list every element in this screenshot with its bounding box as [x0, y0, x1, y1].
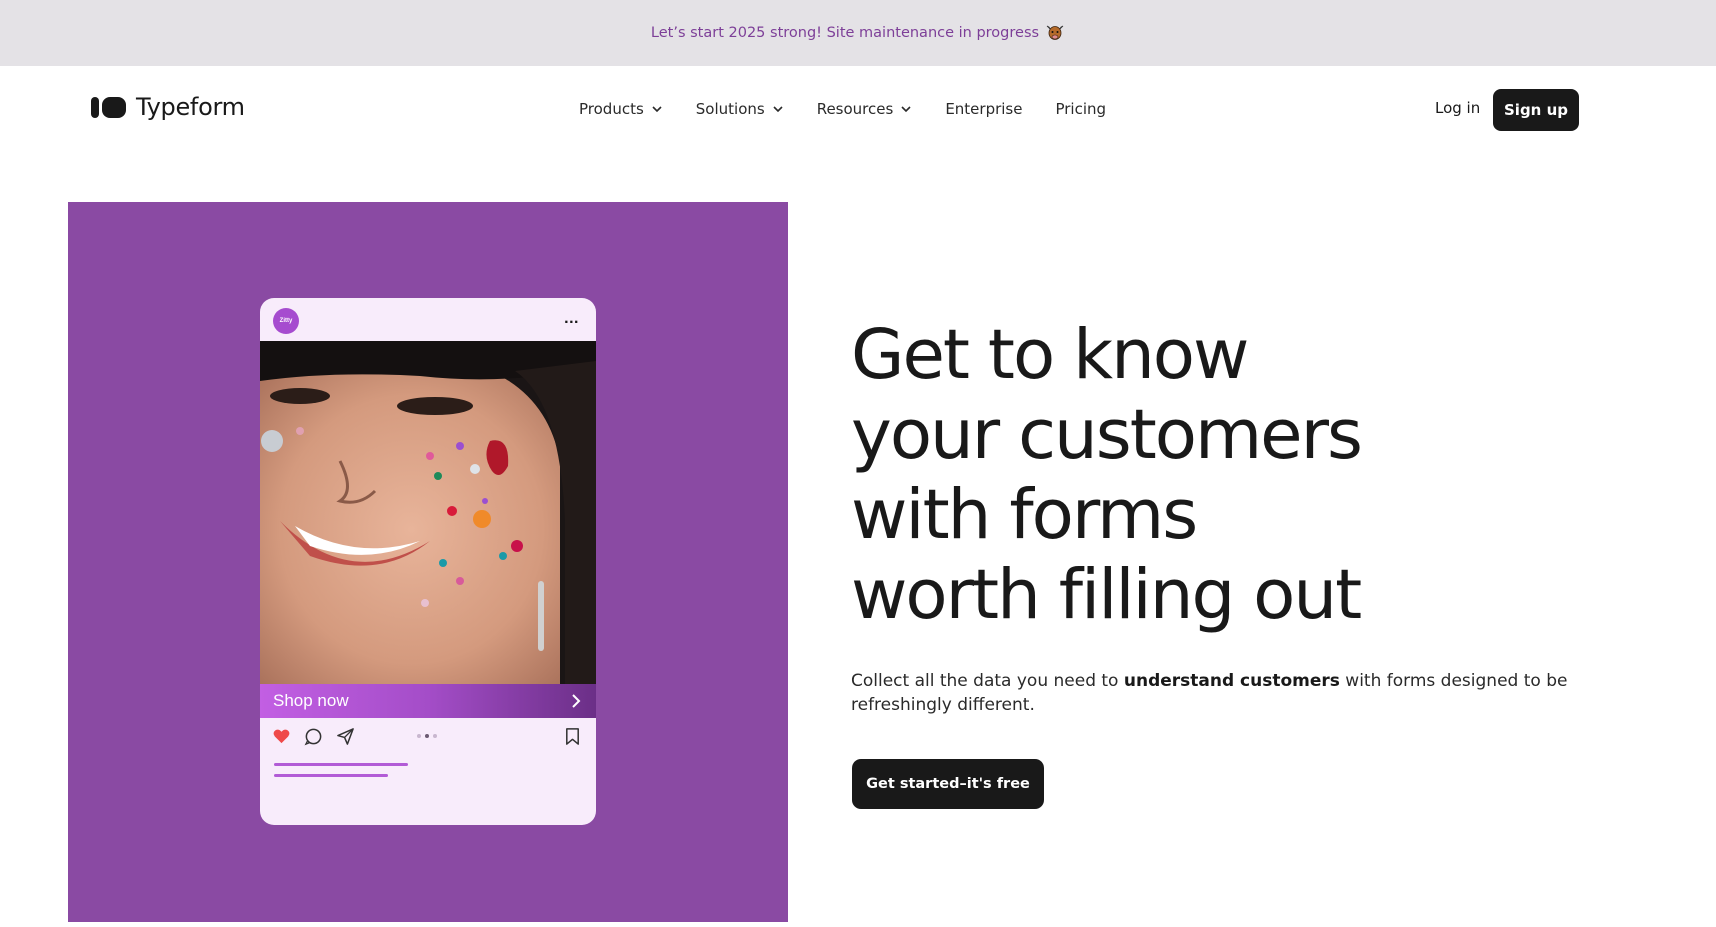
- caption-placeholder-line: [274, 774, 388, 777]
- nav-item-label: Pricing: [1055, 100, 1107, 118]
- bull-face-icon: [1046, 25, 1064, 40]
- signup-button[interactable]: Sign up: [1493, 89, 1579, 131]
- headline-line: your customers: [851, 395, 1363, 475]
- nav-item-solutions[interactable]: Solutions: [696, 100, 784, 118]
- hero-image-panel: Zitty ... Shop now: [68, 202, 788, 922]
- social-post-card: Zitty ... Shop now: [260, 298, 596, 825]
- chevron-down-icon: [901, 106, 911, 113]
- shop-now-bar[interactable]: Shop now: [260, 684, 596, 718]
- carousel-dot: [417, 734, 421, 738]
- post-actions: [260, 718, 596, 754]
- typeform-logo-icon: [91, 96, 126, 118]
- nav-item-label: Solutions: [695, 100, 765, 118]
- post-header: Zitty ...: [260, 298, 596, 341]
- nav-item-label: Products: [579, 100, 644, 118]
- get-started-button[interactable]: Get started–it's free: [852, 759, 1044, 809]
- announcement-banner: Let’s start 2025 strong! Site maintenanc…: [0, 0, 1716, 66]
- more-options-icon: ...: [564, 310, 579, 327]
- top-navigation: Typeform Products Solutions Resources En…: [0, 66, 1716, 152]
- subtext-part: Collect all the data you need to: [851, 671, 1124, 691]
- hero-subtext: Collect all the data you need to underst…: [851, 669, 1571, 717]
- headline-line: with forms: [851, 475, 1198, 555]
- chevron-right-icon: [572, 694, 581, 708]
- login-link[interactable]: Log in: [1435, 99, 1480, 117]
- nav-item-pricing[interactable]: Pricing: [1055, 100, 1106, 118]
- share-icon[interactable]: [336, 727, 355, 746]
- caption-placeholder-line: [274, 763, 408, 766]
- subtext-emphasis: understand customers: [1123, 671, 1340, 691]
- headline-line: Get to know: [851, 315, 1249, 395]
- heart-icon[interactable]: [272, 727, 291, 746]
- nav-item-enterprise[interactable]: Enterprise: [945, 100, 1022, 118]
- carousel-indicator: [417, 734, 437, 738]
- nav-item-resources[interactable]: Resources: [817, 100, 913, 118]
- post-photo: [260, 341, 596, 684]
- banner-text: Let’s start 2025 strong! Site maintenanc…: [650, 25, 1040, 41]
- carousel-dot: [433, 734, 437, 738]
- chevron-down-icon: [773, 106, 783, 113]
- hero-headline: Get to know your customers with forms wo…: [851, 315, 1611, 635]
- chevron-down-icon: [652, 106, 662, 113]
- nav-item-label: Resources: [816, 100, 894, 118]
- nav-item-label: Enterprise: [945, 100, 1023, 118]
- headline-line: worth filling out: [851, 555, 1362, 635]
- carousel-dot-active: [425, 734, 429, 738]
- logo-text: Typeform: [136, 93, 245, 121]
- nav-item-products[interactable]: Products: [579, 100, 663, 118]
- typeform-logo[interactable]: Typeform: [91, 93, 245, 121]
- bookmark-icon[interactable]: [563, 727, 582, 746]
- nav-links: Products Solutions Resources Enterprise …: [579, 66, 1139, 152]
- avatar: Zitty: [273, 308, 299, 334]
- shop-now-label: Shop now: [273, 691, 349, 710]
- comment-icon[interactable]: [304, 727, 323, 746]
